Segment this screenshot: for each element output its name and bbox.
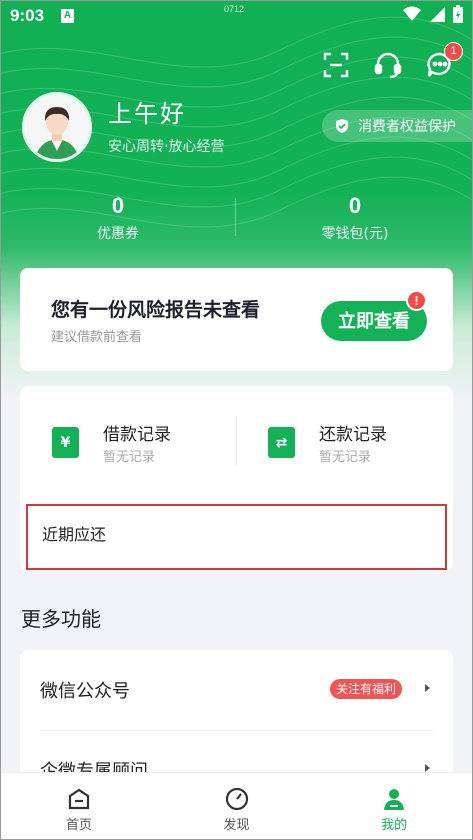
app-notification-icon: A <box>61 9 74 23</box>
tab-discover-label: 发现 <box>223 818 250 833</box>
top-actions: 1 <box>321 42 463 80</box>
greeting-subtitle: 安心周转·放心经营 <box>108 139 225 155</box>
loan-records-title: 借款记录 <box>103 425 171 445</box>
headset-icon <box>374 52 402 79</box>
scan-button[interactable] <box>321 50 351 80</box>
more-features-title: 更多功能 <box>21 607 101 631</box>
follow-bonus-tag: 关注有福利 <box>330 679 403 699</box>
wallet-label: 零钱包(元) <box>321 226 389 242</box>
loan-records-entry[interactable]: ¥ 借款记录 暂无记录 <box>52 418 252 468</box>
customer-service-button[interactable] <box>373 50 403 80</box>
consumer-protection-label: 消费者权益保护 <box>358 119 456 135</box>
wechat-official-account-item[interactable]: 微信公众号 关注有福利 <box>20 650 453 731</box>
signal-icon <box>430 7 445 22</box>
tab-mine-label: 我的 <box>381 818 408 833</box>
message-count-badge: 1 <box>444 42 463 61</box>
repayment-records-status: 暂无记录 <box>319 450 372 465</box>
risk-report-subtitle: 建议借款前查看 <box>51 330 143 345</box>
loan-records-status: 暂无记录 <box>103 450 156 465</box>
status-bar: 9:03 A 0712 <box>0 0 473 34</box>
coupon-label: 优惠券 <box>97 226 139 242</box>
consumer-protection-button[interactable]: 消费者权益保护 <box>322 110 473 142</box>
home-icon <box>68 788 89 810</box>
wallet-amount: 0 <box>348 193 362 218</box>
chevron-right-icon <box>425 764 430 772</box>
repayment-records-title: 还款记录 <box>319 425 387 445</box>
coupon-stat[interactable]: 0 优惠券 <box>0 193 236 243</box>
bottom-tab-bar: 首页 发现 我的 <box>0 772 473 840</box>
compass-icon <box>225 787 248 811</box>
user-avatar-illustration <box>25 95 89 159</box>
messages-button[interactable]: 1 <box>425 42 463 80</box>
battery-icon <box>453 5 463 23</box>
coupon-count: 0 <box>111 193 125 218</box>
status-icons <box>403 5 463 23</box>
repayment-records-entry[interactable]: ⇄ 还款记录 暂无记录 <box>268 418 468 468</box>
exchange-icon: ⇄ <box>268 427 295 458</box>
status-center-text: 0712 <box>224 4 245 14</box>
risk-report-title: 您有一份风险报告未查看 <box>51 299 261 321</box>
alert-badge-icon: ! <box>406 290 427 311</box>
tab-discover[interactable]: 发现 <box>158 773 316 840</box>
tab-mine[interactable]: 我的 <box>315 773 473 840</box>
chevron-right-icon <box>425 684 430 692</box>
records-card: ¥ 借款记录 暂无记录 ⇄ 还款记录 暂无记录 近期应还 <box>20 386 453 571</box>
yuan-icon: ¥ <box>52 427 79 458</box>
records-divider <box>236 416 237 466</box>
wifi-icon <box>403 6 421 21</box>
wechat-official-account-label: 微信公众号 <box>40 681 130 702</box>
tab-home-label: 首页 <box>65 818 92 833</box>
scan-icon <box>323 52 349 78</box>
recent-due-entry[interactable]: 近期应还 <box>26 504 447 570</box>
greeting-text: 上午好 <box>108 100 186 128</box>
stat-divider <box>235 198 236 236</box>
recent-due-label: 近期应还 <box>42 525 107 544</box>
avatar[interactable] <box>22 92 92 162</box>
user-icon <box>384 789 405 810</box>
status-time: 9:03 <box>10 6 45 25</box>
wallet-stat[interactable]: 0 零钱包(元) <box>237 193 473 243</box>
shield-icon <box>336 119 348 133</box>
tab-home[interactable]: 首页 <box>0 773 158 840</box>
risk-report-card: 您有一份风险报告未查看 建议借款前查看 立即查看 ! <box>20 268 453 371</box>
